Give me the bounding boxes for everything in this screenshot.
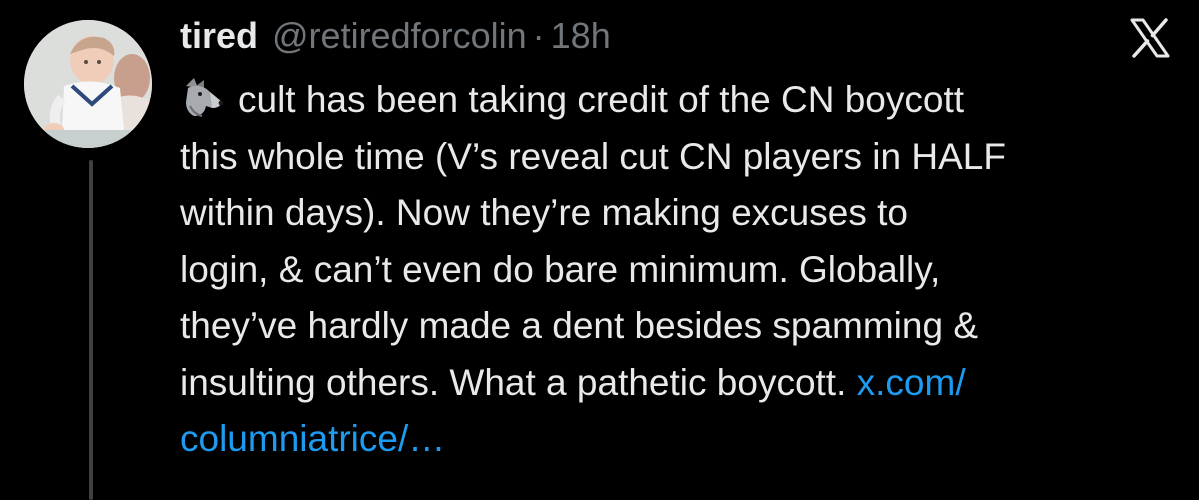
- user-handle[interactable]: @retiredforcolin: [272, 12, 527, 60]
- tweet-text: cult has been taking credit of the CN bo…: [180, 72, 1180, 468]
- tweet-line-5: they’ve hardly made a dent besides spamm…: [180, 305, 978, 346]
- link-part-2[interactable]: columniatrice/…: [180, 418, 445, 459]
- tweet-line-1-text: cult has been taking credit of the CN bo…: [238, 79, 965, 120]
- tweet-line-6: insulting others. What a pathetic boycot…: [180, 355, 1180, 412]
- timestamp[interactable]: 18h: [551, 12, 611, 60]
- tweet-line-7: columniatrice/…: [180, 411, 1180, 468]
- thread-line: [89, 160, 93, 500]
- x-logo-icon[interactable]: [1128, 16, 1172, 60]
- tweet-line-1: cult has been taking credit of the CN bo…: [180, 72, 1180, 129]
- avatar[interactable]: [24, 20, 152, 148]
- tweet-line-6-text: insulting others. What a pathetic boycot…: [180, 361, 847, 403]
- tweet-header: tired @retiredforcolin · 18h: [180, 12, 611, 60]
- tweet-line-3: within days). Now they’re making excuses…: [180, 192, 908, 233]
- display-name[interactable]: tired: [180, 12, 258, 60]
- separator-dot: ·: [532, 15, 545, 56]
- tweet-line-4: login, & can’t even do bare minimum. Glo…: [180, 248, 941, 290]
- tweet-line-2: this whole time (V’s reveal cut CN playe…: [180, 135, 1006, 177]
- link-part-1[interactable]: x.com/: [857, 362, 966, 403]
- wolf-icon: [180, 76, 224, 120]
- tweet[interactable]: tired @retiredforcolin · 18h cult has be…: [0, 0, 1199, 500]
